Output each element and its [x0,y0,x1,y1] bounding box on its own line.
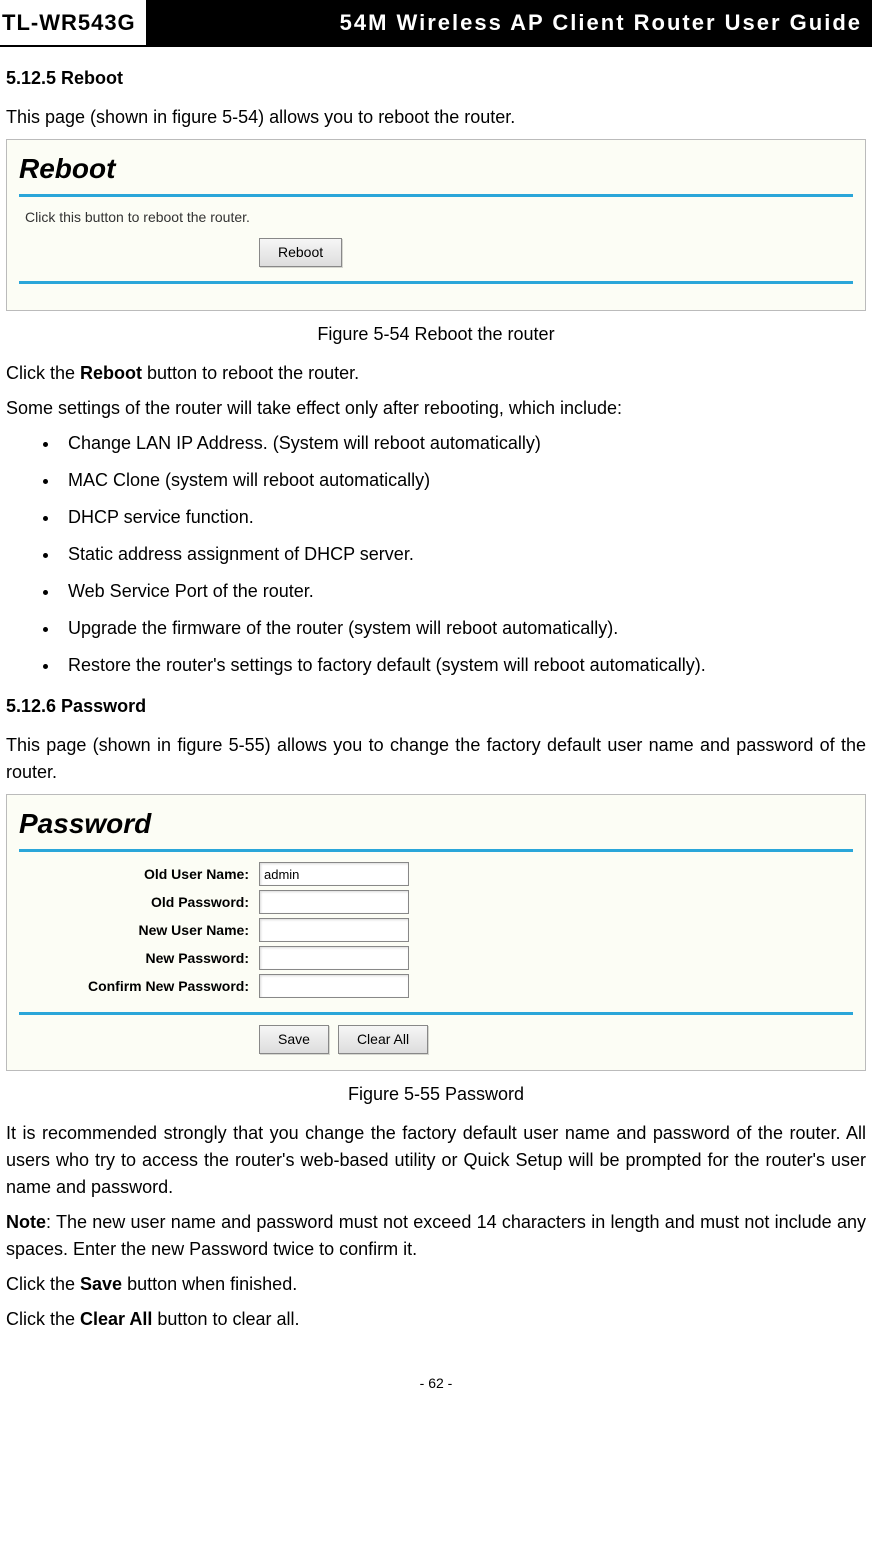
list-item: MAC Clone (system will reboot automatica… [60,467,866,494]
password-panel-title: Password [19,803,853,845]
password-save-line: Click the Save button when finished. [6,1271,866,1298]
label-new-user: New User Name: [19,920,259,941]
text: button to reboot the router. [142,363,359,383]
note-bold: Note [6,1212,46,1232]
new-user-input[interactable] [259,918,409,942]
old-pass-input[interactable] [259,890,409,914]
figure-caption-password: Figure 5-55 Password [6,1081,866,1108]
label-old-pass: Old Password: [19,892,259,913]
clear-all-button[interactable]: Clear All [338,1025,428,1054]
reboot-list-intro: Some settings of the router will take ef… [6,395,866,422]
reboot-panel-instruction: Click this button to reboot the router. [25,207,853,228]
save-button[interactable]: Save [259,1025,329,1054]
list-item: Upgrade the firmware of the router (syst… [60,615,866,642]
form-row-new-pass: New Password: [19,946,853,970]
old-user-input[interactable] [259,862,409,886]
form-row-new-user: New User Name: [19,918,853,942]
reboot-bold: Reboot [80,363,142,383]
divider [19,194,853,197]
divider [19,1012,853,1015]
text: button to clear all. [152,1309,299,1329]
label-confirm-pass: Confirm New Password: [19,976,259,997]
figure-caption-reboot: Figure 5-54 Reboot the router [6,321,866,348]
save-bold: Save [80,1274,122,1294]
confirm-pass-input[interactable] [259,974,409,998]
password-panel: Password Old User Name: Old Password: Ne… [6,794,866,1071]
divider [19,849,853,852]
password-intro: This page (shown in figure 5-55) allows … [6,732,866,786]
reboot-list: Change LAN IP Address. (System will rebo… [36,430,866,679]
section-heading-reboot: 5.12.5 Reboot [6,65,866,92]
list-item: Web Service Port of the router. [60,578,866,605]
clear-bold: Clear All [80,1309,152,1329]
form-row-old-pass: Old Password: [19,890,853,914]
list-item: Static address assignment of DHCP server… [60,541,866,568]
list-item: Change LAN IP Address. (System will rebo… [60,430,866,457]
list-item: Restore the router's settings to factory… [60,652,866,679]
header-model: TL-WR543G [0,0,138,45]
page-header: TL-WR543G 54M Wireless AP Client Router … [0,0,872,47]
form-row-confirm-pass: Confirm New Password: [19,974,853,998]
text: Click the [6,1309,80,1329]
divider [19,281,853,284]
password-note: Note: The new user name and password mus… [6,1209,866,1263]
label-old-user: Old User Name: [19,864,259,885]
reboot-click-text: Click the Reboot button to reboot the ro… [6,360,866,387]
text: Click the [6,363,80,383]
note-rest: : The new user name and password must no… [6,1212,866,1259]
reboot-intro: This page (shown in figure 5-54) allows … [6,104,866,131]
password-para1: It is recommended strongly that you chan… [6,1120,866,1201]
new-pass-input[interactable] [259,946,409,970]
text: Click the [6,1274,80,1294]
password-clear-line: Click the Clear All button to clear all. [6,1306,866,1333]
reboot-panel-title: Reboot [19,148,853,190]
form-row-old-user: Old User Name: [19,862,853,886]
list-item: DHCP service function. [60,504,866,531]
reboot-panel: Reboot Click this button to reboot the r… [6,139,866,311]
reboot-button[interactable]: Reboot [259,238,342,267]
header-title: 54M Wireless AP Client Router User Guide [146,0,872,45]
page-number: - 62 - [0,1373,872,1394]
text: button when finished. [122,1274,297,1294]
label-new-pass: New Password: [19,948,259,969]
section-heading-password: 5.12.6 Password [6,693,866,720]
